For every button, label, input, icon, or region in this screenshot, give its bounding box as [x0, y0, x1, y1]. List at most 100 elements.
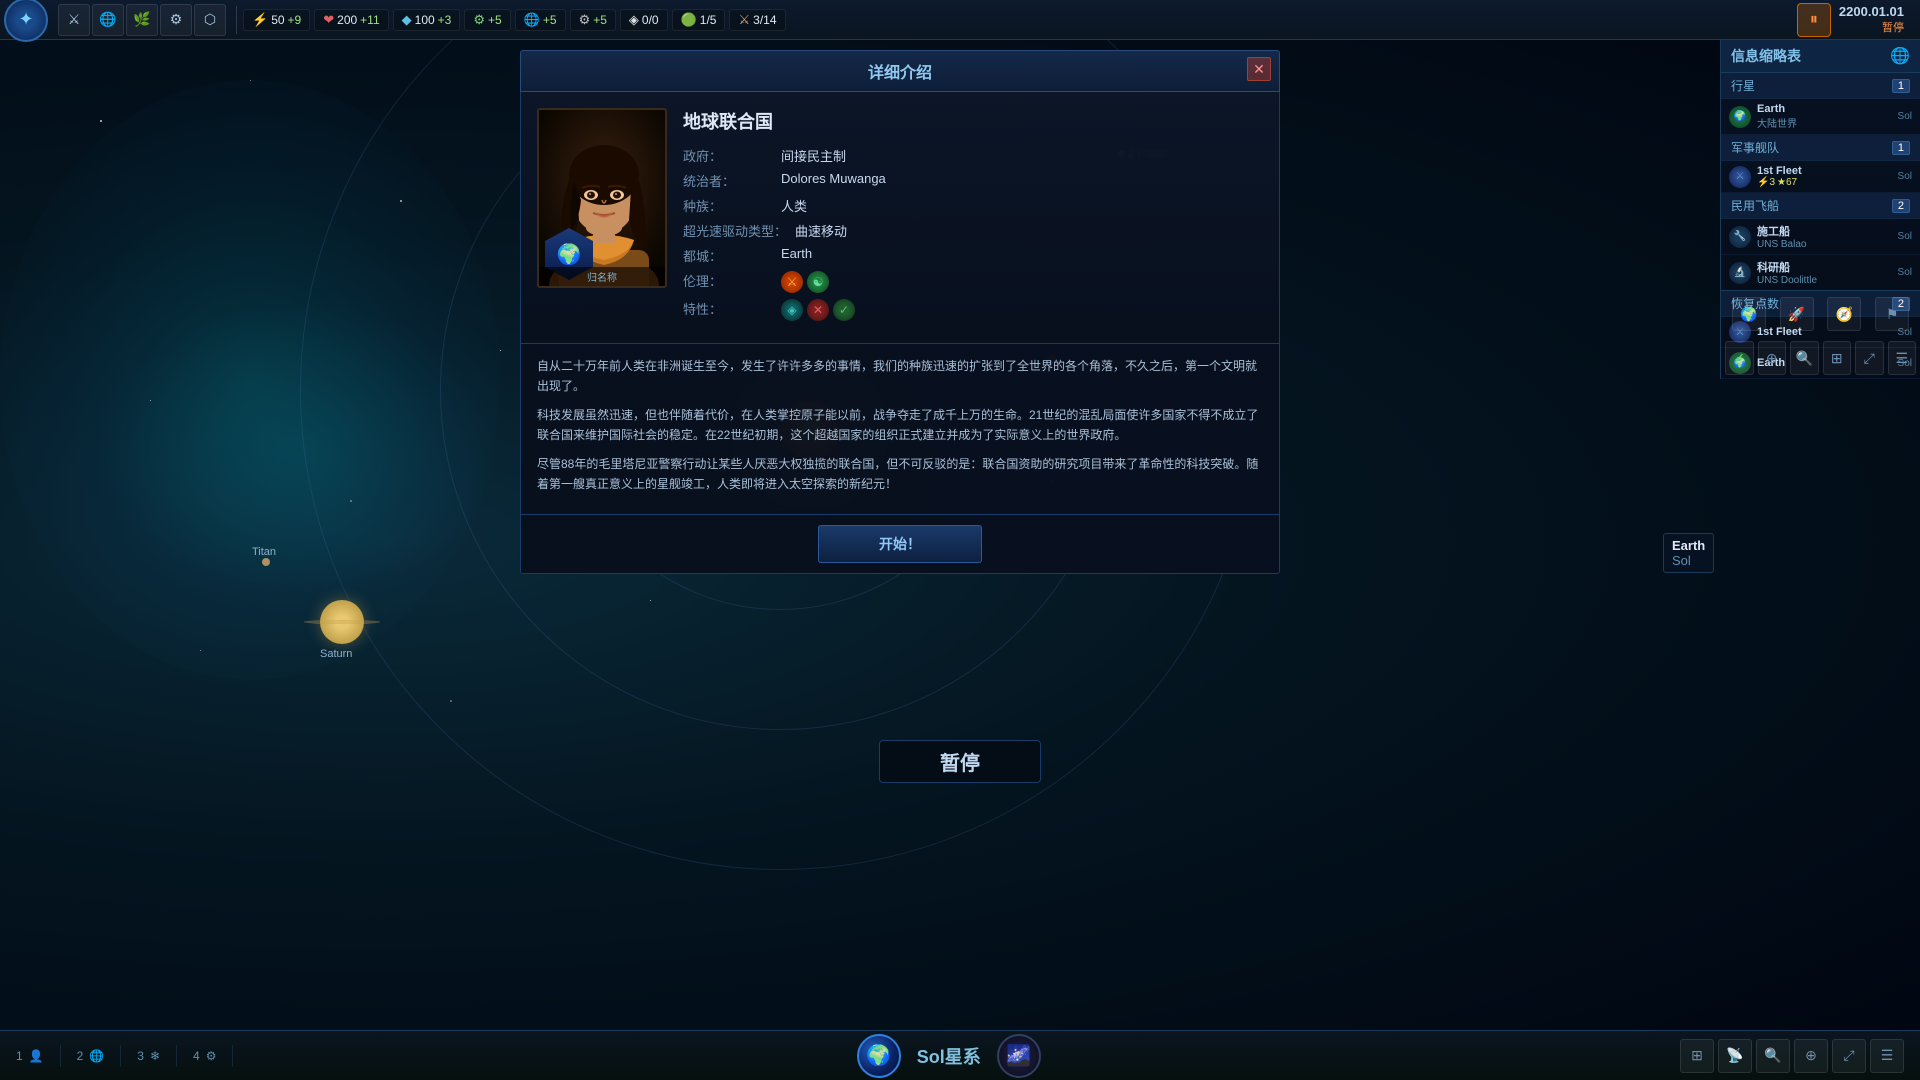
- tab-1-icon: 👤: [29, 1049, 44, 1063]
- trait-icon-2: ✕: [807, 299, 829, 321]
- bb-btn-4[interactable]: ⊕: [1794, 1039, 1828, 1073]
- tab-4-icon: ⚙: [206, 1049, 217, 1063]
- military-icon: ⚔: [738, 12, 750, 28]
- rp-btn-zoom[interactable]: 🔍: [1790, 341, 1819, 375]
- civ-portrait: 🌍 归名称: [537, 108, 667, 288]
- tab-1-num: 1: [16, 1049, 23, 1063]
- pause-area: ⏸ 2200.01.01 暂停: [1781, 3, 1920, 37]
- game-logo[interactable]: ✦: [4, 0, 48, 42]
- section-military-label: 军事舰队: [1731, 139, 1779, 156]
- ship-construction-icon: 🔧: [1729, 226, 1751, 248]
- science-income: +5: [488, 13, 502, 27]
- toolbar-btn-hex[interactable]: ⬡: [194, 4, 226, 36]
- fleet-info: 1st Fleet ⚡3 ★67: [1757, 165, 1892, 188]
- resource-science: ⚙ +5: [464, 9, 510, 31]
- ship-balao-info: 施工船 UNS Balao: [1757, 223, 1892, 250]
- ethics-label: 伦理：: [683, 271, 773, 290]
- rp-btn-flag[interactable]: ⚑: [1875, 297, 1909, 331]
- paused-label: 暂停: [1839, 19, 1904, 35]
- tab-3-num: 3: [137, 1049, 144, 1063]
- toolbar-btn-planet[interactable]: 🌐: [92, 4, 124, 36]
- right-panel: 信息缩略表 🌐 行星 1 🌍 Earth 大陆世界 Sol 军事舰队 1 ⚔ 1…: [1720, 40, 1920, 379]
- modal-close-button[interactable]: ✕: [1247, 57, 1271, 81]
- energy-icon: ⚡: [252, 12, 268, 28]
- bb-btn-3[interactable]: 🔍: [1756, 1039, 1790, 1073]
- military-value: 3/14: [753, 13, 776, 27]
- tab-4-num: 4: [193, 1049, 200, 1063]
- galaxy-icon[interactable]: 🌌: [997, 1034, 1041, 1078]
- bb-btn-1[interactable]: ⊞: [1680, 1039, 1714, 1073]
- fleet-location: Sol: [1898, 171, 1912, 182]
- fleet-1st-item[interactable]: ⚔ 1st Fleet ⚡3 ★67 Sol: [1721, 161, 1920, 193]
- start-button[interactable]: 开始！: [818, 525, 982, 563]
- ruler-value: Dolores Muwanga: [781, 171, 886, 186]
- tab-1[interactable]: 1 👤: [0, 1045, 61, 1067]
- resource-minerals: ◆ 100+3: [393, 9, 461, 31]
- pause-banner: 暂停: [879, 740, 1041, 783]
- ship-doolittle-item[interactable]: 🔬 科研船 UNS Doolittle Sol: [1721, 255, 1920, 291]
- tab-3-icon: ❄: [150, 1049, 160, 1063]
- tab-2[interactable]: 2 🌐: [61, 1045, 122, 1067]
- ship-balao-item[interactable]: 🔧 施工船 UNS Balao Sol: [1721, 219, 1920, 255]
- section-civilian-label: 民用飞船: [1731, 197, 1779, 214]
- right-panel-title: 信息缩略表: [1731, 46, 1801, 66]
- stat-government: 政府： 间接民主制: [683, 146, 1263, 165]
- stat-ruler: 统治者： Dolores Muwanga: [683, 171, 1263, 190]
- trait-icons: ◈ ✕ ✓: [781, 299, 855, 321]
- capital-label: 都城：: [683, 246, 773, 265]
- science-icon: ⚙: [473, 12, 485, 28]
- toolbar-btn-sword[interactable]: ⚔: [58, 4, 90, 36]
- ethics-icons: ⚔ ☯: [781, 271, 829, 293]
- section-planets-label: 行星: [1731, 77, 1755, 94]
- stat-ftl: 超光速驱动类型： 曲速移动: [683, 221, 1263, 240]
- bottombar: 1 👤 2 🌐 3 ❄ 4 ⚙ 🌍 Sol星系 🌌 ⊞ 📡 🔍 ⊕ ⤢ ☰: [0, 1030, 1920, 1080]
- rp-btn-compass[interactable]: 🧭: [1827, 297, 1861, 331]
- bb-btn-6[interactable]: ☰: [1870, 1039, 1904, 1073]
- trait-icon-1: ◈: [781, 299, 803, 321]
- rp-btn-expand[interactable]: ⤢: [1855, 341, 1884, 375]
- resource-energy: ⚡ 50+9: [243, 9, 310, 31]
- datetime-display: 2200.01.01 暂停: [1839, 4, 1904, 35]
- bb-btn-5[interactable]: ⤢: [1832, 1039, 1866, 1073]
- planet-earth-item[interactable]: 🌍 Earth 大陆世界 Sol: [1721, 99, 1920, 135]
- section-planets-count: 1: [1892, 79, 1910, 93]
- earth-name: Earth: [1757, 103, 1892, 115]
- rp-btn-target[interactable]: ⊕: [1758, 341, 1787, 375]
- ship-doolittle-name: UNS Doolittle: [1757, 275, 1892, 286]
- toolbar-btn-gear[interactable]: ⚙: [160, 4, 192, 36]
- industry-icon: ⚙: [579, 12, 591, 28]
- resource-food: ❤ 200+11: [314, 9, 388, 31]
- topbar: ✦ ⚔ 🌐 🌿 ⚙ ⬡ ⚡ 50+9 ❤ 200+11 ◆ 100+3 ⚙ +5…: [0, 0, 1920, 40]
- toolbar-btn-leaf[interactable]: 🌿: [126, 4, 158, 36]
- species-value: 人类: [781, 196, 807, 215]
- toolbar-icons: ⚔ 🌐 🌿 ⚙ ⬡: [58, 4, 226, 36]
- rp-btn-menu[interactable]: ☰: [1888, 341, 1917, 375]
- rp-btn-planet[interactable]: 🌍: [1732, 297, 1766, 331]
- pause-button[interactable]: ⏸: [1797, 3, 1831, 37]
- resource-industry: ⚙ +5: [570, 9, 616, 31]
- rp-btn-ship[interactable]: 🚀: [1780, 297, 1814, 331]
- fleet-icon: ⚔: [1729, 166, 1751, 188]
- right-panel-bottom-icons: 🌍 🚀 🧭 ⚑ ✓ ⊕ 🔍 ⊞ ⤢ ☰: [1721, 290, 1920, 379]
- rp-btn-check[interactable]: ✓: [1725, 341, 1754, 375]
- system-name: Sol星系: [917, 1043, 981, 1069]
- ruler-label: 统治者：: [683, 171, 773, 190]
- tab-4[interactable]: 4 ⚙: [177, 1045, 233, 1067]
- toolbar-separator: [236, 6, 237, 34]
- rp-btn-view[interactable]: ⊞: [1823, 341, 1852, 375]
- pause-label: 暂停: [940, 747, 980, 776]
- ftl-label: 超光速驱动类型：: [683, 221, 787, 240]
- species-label: 种族：: [683, 196, 773, 215]
- current-date: 2200.01.01: [1839, 4, 1904, 19]
- food-income: +11: [360, 13, 379, 27]
- resource-influence: ◈ 0/0: [620, 9, 668, 31]
- gov-label: 政府：: [683, 146, 773, 165]
- tab-3[interactable]: 3 ❄: [121, 1045, 177, 1067]
- bb-btn-2[interactable]: 📡: [1718, 1039, 1752, 1073]
- earth-label: Earth: [1672, 538, 1705, 553]
- traits-label: 特性：: [683, 299, 773, 318]
- food-value: 200: [337, 13, 357, 27]
- bottom-right-icons: ⊞ 📡 🔍 ⊕ ⤢ ☰: [1664, 1039, 1920, 1073]
- system-globe-icon[interactable]: 🌍: [857, 1034, 901, 1078]
- section-military-header: 军事舰队 1: [1721, 135, 1920, 161]
